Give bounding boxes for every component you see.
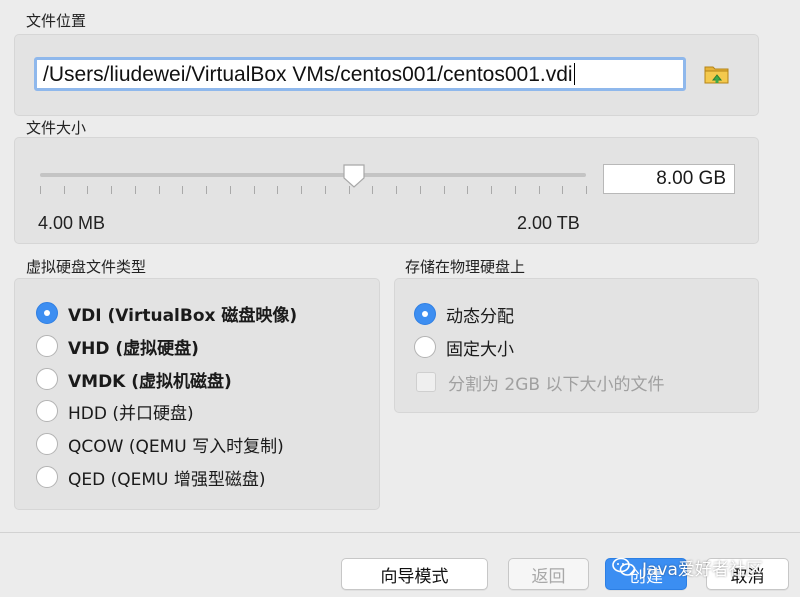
slider-tick xyxy=(420,186,421,194)
option-label: QED (QEMU 增强型磁盘) xyxy=(68,469,266,490)
option-label: VHD (虚拟硬盘) xyxy=(68,338,199,359)
bottom-divider xyxy=(0,532,800,533)
slider-tick xyxy=(372,186,373,194)
file-size-slider-thumb[interactable] xyxy=(341,163,367,189)
option-label: 固定大小 xyxy=(446,339,514,360)
slider-tick xyxy=(230,186,231,194)
radio-icon[interactable] xyxy=(36,368,58,390)
slider-tick xyxy=(206,186,207,194)
slider-tick xyxy=(87,186,88,194)
watermark: Java爱好者社区 xyxy=(612,553,763,581)
radio-icon[interactable] xyxy=(36,433,58,455)
checkbox-icon[interactable] xyxy=(416,372,436,392)
disk-type-option-vhd[interactable]: VHD (虚拟硬盘) xyxy=(36,333,199,359)
size-max-label: 2.00 TB xyxy=(517,213,580,233)
slider-tick xyxy=(491,186,492,194)
back-button[interactable]: 返回 xyxy=(508,558,589,590)
radio-icon[interactable] xyxy=(36,302,58,324)
checkbox-label: 分割为 2GB 以下大小的文件 xyxy=(448,374,665,395)
slider-tick xyxy=(254,186,255,194)
radio-icon[interactable] xyxy=(36,400,58,422)
option-label: QCOW (QEMU 写入时复制) xyxy=(68,436,284,457)
radio-icon[interactable] xyxy=(414,336,436,358)
folder-browse-icon[interactable] xyxy=(704,62,730,86)
file-size-label: 文件大小 xyxy=(26,119,87,137)
slider-tick xyxy=(467,186,468,194)
slider-tick xyxy=(539,186,540,194)
size-min-label: 4.00 MB xyxy=(38,213,106,233)
storage-label: 存储在物理硬盘上 xyxy=(405,258,526,276)
storage-option-fixed[interactable]: 固定大小 xyxy=(414,334,514,360)
slider-tick xyxy=(135,186,136,194)
slider-tick xyxy=(64,186,65,194)
watermark-text: Java爱好者社区 xyxy=(642,559,763,580)
disk-type-option-hdd[interactable]: HDD (并口硬盘) xyxy=(36,398,194,424)
option-label: HDD (并口硬盘) xyxy=(68,403,194,424)
disk-type-option-vmdk[interactable]: VMDK (虚拟机磁盘) xyxy=(36,366,232,392)
split-files-checkbox[interactable]: 分割为 2GB 以下大小的文件 xyxy=(416,369,664,395)
text-caret xyxy=(573,63,575,85)
slider-tick xyxy=(396,186,397,194)
radio-icon[interactable] xyxy=(414,303,436,325)
slider-tick xyxy=(301,186,302,194)
file-path-input[interactable]: /Users/liudewei/VirtualBox VMs/centos001… xyxy=(34,57,686,91)
slider-tick xyxy=(111,186,112,194)
slider-tick xyxy=(40,186,41,194)
file-size-slider-track[interactable] xyxy=(40,173,586,177)
file-size-input[interactable]: 8.00 GB xyxy=(603,164,735,194)
option-label: VMDK (虚拟机磁盘) xyxy=(68,371,232,392)
slider-tick xyxy=(325,186,326,194)
disk-type-option-vdi[interactable]: VDI (VirtualBox 磁盘映像) xyxy=(36,300,297,326)
disk-type-option-qcow[interactable]: QCOW (QEMU 写入时复制) xyxy=(36,431,284,457)
slider-tick xyxy=(515,186,516,194)
slider-tick xyxy=(444,186,445,194)
radio-icon[interactable] xyxy=(36,335,58,357)
option-label: VDI (VirtualBox 磁盘映像) xyxy=(68,305,298,326)
slider-tick xyxy=(182,186,183,194)
disk-type-option-qed[interactable]: QED (QEMU 增强型磁盘) xyxy=(36,464,266,490)
wechat-icon xyxy=(612,557,636,576)
option-label: 动态分配 xyxy=(446,306,514,327)
slider-tick xyxy=(277,186,278,194)
file-path-value: /Users/liudewei/VirtualBox VMs/centos001… xyxy=(43,63,573,86)
file-location-label: 文件位置 xyxy=(26,12,87,30)
slider-tick xyxy=(562,186,563,194)
storage-option-dynamic[interactable]: 动态分配 xyxy=(414,301,514,327)
slider-tick xyxy=(586,186,587,194)
radio-icon[interactable] xyxy=(36,466,58,488)
disk-type-label: 虚拟硬盘文件类型 xyxy=(26,258,147,276)
guided-mode-button[interactable]: 向导模式 xyxy=(341,558,488,590)
slider-tick xyxy=(159,186,160,194)
